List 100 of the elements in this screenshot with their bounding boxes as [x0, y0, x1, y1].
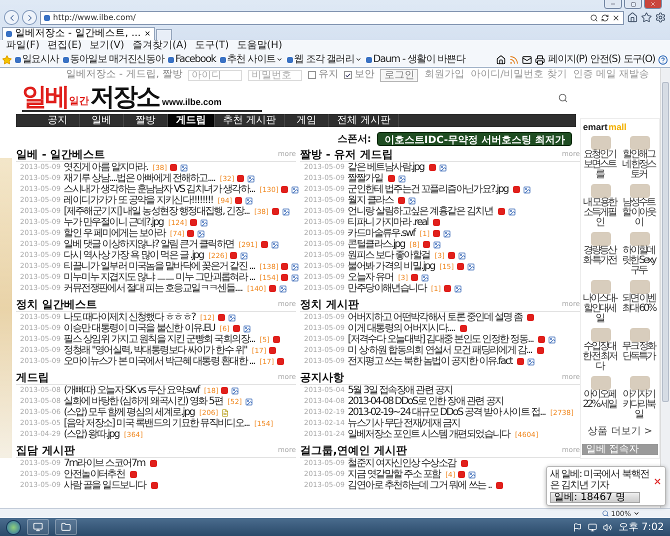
post-link[interactable]: 사람 골을 일드보니다	[64, 480, 148, 491]
scrollbar[interactable]	[660, 68, 670, 508]
minimize-icon[interactable]	[610, 1, 616, 7]
favorite-link[interactable]: 웹 조각 갤러리	[287, 54, 364, 66]
product-link[interactable]: 무크 정화 단독특가	[621, 328, 658, 372]
nav-tab[interactable]: 게드립	[168, 114, 215, 127]
post-link[interactable]: 일베 댓글 이상하지않냐? 알림 큰거 클릭하면	[64, 239, 236, 250]
post-link[interactable]: 짤짤가일	[348, 173, 384, 184]
post-link[interactable]: 누가 만우절이니 근데?.jpg	[64, 217, 166, 228]
close-icon[interactable]	[612, 14, 620, 22]
post-link[interactable]: 재기루 상남....법은 아빠에게 전해하고....	[64, 173, 217, 184]
post-link[interactable]: 이게 대통령의 어버지시다....	[348, 323, 457, 334]
zoom-icon[interactable]	[602, 510, 609, 517]
post-link[interactable]: 할인 우 페미에게는 보아라	[64, 228, 168, 239]
settings-icon[interactable]	[655, 12, 666, 24]
post-link[interactable]: 5월 3일 접속장애 관련 공지	[348, 385, 454, 396]
menu-item[interactable]: 보기(V)	[90, 40, 124, 52]
post-link[interactable]: (스압) 왕따.jpg	[64, 429, 122, 440]
nav-tab[interactable]: 추천 게시판	[215, 114, 286, 127]
login-button[interactable]: 로그인	[380, 68, 418, 82]
favorite-link[interactable]: 추천 사이트	[220, 54, 284, 66]
post-link[interactable]: 지금 엿같말할 주소 포함	[348, 469, 442, 480]
post-link[interactable]: 엿진게 아름 알지마라.	[64, 162, 150, 173]
nav-tab[interactable]: 일베	[80, 114, 124, 127]
nav-tab[interactable]: 전체 게시판	[329, 114, 400, 127]
post-link[interactable]: 원피스 보다 좋아할걸	[348, 250, 432, 261]
post-link[interactable]: 실화에 바탕한 (심하게 왜곡시킨) 영화 5편	[64, 396, 225, 407]
post-link[interactable]: 같은 베트남사람.jpg	[348, 162, 426, 173]
post-link[interactable]: 티파니 가지마라 .real	[348, 217, 430, 228]
product-link[interactable]: 되면 이벤 최대 60%	[621, 280, 658, 324]
post-link[interactable]: [저격수다 오늘대박] 김대중 본인도 인정한 정동...	[348, 334, 536, 345]
post-link[interactable]: 정청래 "영어실력, 박대통령보다 싸이가 한수 위"	[64, 345, 249, 356]
post-link[interactable]: [제주해군기지] 내일 농성현장 행정대집행, 긴장...	[64, 206, 252, 217]
start-button[interactable]	[6, 520, 21, 534]
clock[interactable]: 오후 7:02	[618, 520, 664, 534]
product-link[interactable]: 할인해그네 한정스토커	[621, 136, 658, 180]
folder-icon[interactable]	[55, 519, 77, 535]
post-link[interactable]: [음악 저장소] 미국 록밴드의 기묘한 뮤직비디오...	[64, 418, 252, 429]
monitor-icon[interactable]	[588, 522, 598, 532]
product-link[interactable]: 내 모용한 소득게필인	[582, 184, 619, 228]
caret-icon[interactable]	[355, 56, 362, 64]
post-link[interactable]: 스시내가 생각하는 훈남남자 VS 김치녀가 생각하...	[64, 184, 257, 195]
menu-item[interactable]: 도움말(H)	[236, 40, 282, 52]
checkbox-option[interactable]: 보안	[344, 69, 374, 81]
maximize-icon[interactable]	[630, 2, 636, 6]
star-icon[interactable]	[2, 54, 12, 65]
close-button[interactable]	[644, 0, 662, 9]
post-link[interactable]: 언니랑 살림하고싶은 계흉같은 김치년	[348, 206, 495, 217]
post-link[interactable]: 오늘자 유머	[348, 272, 396, 283]
caret-icon[interactable]	[276, 56, 284, 64]
checkbox[interactable]	[308, 71, 316, 79]
close-icon[interactable]	[144, 30, 151, 38]
post-link[interactable]: 2013-02-19~24 대규모 DDoS 공격 받아 사이트 접...	[348, 407, 548, 418]
post-link[interactable]: 불어봐 가격의 비밀.jpg	[348, 261, 436, 272]
post-link[interactable]: 나도 때다이제치 신청했다 ㅎㅎㅎ?	[64, 312, 198, 323]
post-link[interactable]: 철준지 여자신인상 수상소감	[348, 458, 458, 469]
site-logo[interactable]: 일베 일간저장소 www.ilbe.com	[22, 84, 262, 112]
post-link[interactable]: 콘털클라스.jpg	[348, 239, 407, 250]
command-menu[interactable]: 도구(O)	[623, 54, 655, 66]
post-link[interactable]: 뉴스기사 무단 전재/게재 금지	[348, 418, 462, 429]
browser-tab[interactable]: 일베저장소 - 일간베스트, ...	[2, 26, 155, 40]
product-link[interactable]: 아이오페 22% 세일	[582, 376, 619, 420]
post-link[interactable]: 미 상·하원 합동의회 연설서 모건 패딩리에게 감...	[348, 345, 534, 356]
product-link[interactable]: 요청인기 보면스트를	[582, 136, 619, 180]
address-field[interactable]: http://www.ilbe.com/	[40, 10, 624, 25]
product-link[interactable]: 수입장대한 전 최저다	[582, 328, 619, 372]
star-icon[interactable]	[641, 12, 652, 24]
post-link[interactable]: 만주당이해년습니다	[348, 283, 428, 294]
search-icon[interactable]	[590, 14, 598, 22]
product-link[interactable]: 남성수트할 이아웃이	[621, 184, 658, 228]
search-icon[interactable]	[558, 93, 568, 103]
post-link[interactable]: 군인한테 법주는건 꼬플리즘아닌가요?.jpg	[348, 184, 510, 195]
post-link[interactable]: 이승만 대통령이 미국을 불신한 이유.EU	[64, 323, 217, 334]
home-icon[interactable]	[496, 54, 506, 65]
printer-icon[interactable]	[535, 54, 546, 65]
post-link[interactable]: 레이디가가가 또 공약을 지키신다!!!!!!!!	[64, 195, 215, 206]
post-link[interactable]: 필스 상임위 가지고 원칙을 지킨 군빵회 국회의장...	[64, 334, 257, 345]
favorite-link[interactable]: Daum - 생활이 바쁜다	[366, 54, 466, 66]
help-icon[interactable]	[658, 54, 668, 65]
menu-item[interactable]: 즐겨찾기(A)	[132, 40, 187, 52]
shop-logo[interactable]: emartmall	[583, 122, 627, 132]
post-link[interactable]: 커뮤전쟁판에서 절대 피는 호응교일ㅋㅋ센들....	[64, 283, 244, 294]
favorite-link[interactable]: Facebook	[168, 54, 217, 66]
favorite-link[interactable]: 일요시사	[15, 54, 60, 66]
flag-icon[interactable]	[573, 522, 582, 532]
command-menu[interactable]: 안전(S)	[590, 54, 620, 66]
checkbox-option[interactable]: 유지	[308, 69, 338, 81]
more-products-link[interactable]: 상품 더보기 >	[588, 424, 652, 438]
nav-tab[interactable]: 게임	[285, 114, 330, 127]
post-link[interactable]: 카드마술류우.swf	[348, 228, 417, 239]
post-link[interactable]: 2013-04-08 DDoS로 인한 장애 관련 공지	[348, 396, 506, 407]
speaker-icon[interactable]	[603, 522, 612, 532]
product-link[interactable]: 경량등산화 특가전	[582, 232, 619, 276]
post-link[interactable]: 오마이뉴스가 본 미국에서 박근혜 대통령 환대한 ...	[64, 356, 257, 367]
post-link[interactable]: 다시 역사상 가장 욕 많이 먹은 글 .jpg	[64, 250, 206, 261]
refresh-icon[interactable]	[601, 14, 609, 22]
maximize-button[interactable]	[624, 0, 642, 9]
post-link[interactable]: 김연아로 추천하는데 그거 뭐에 쓰는 ..	[348, 480, 494, 491]
post-link[interactable]: (스압) 모두 함께 평심의 세계로.jpg	[64, 407, 196, 418]
product-link[interactable]: 나이스대- 할인대세일	[582, 280, 619, 324]
